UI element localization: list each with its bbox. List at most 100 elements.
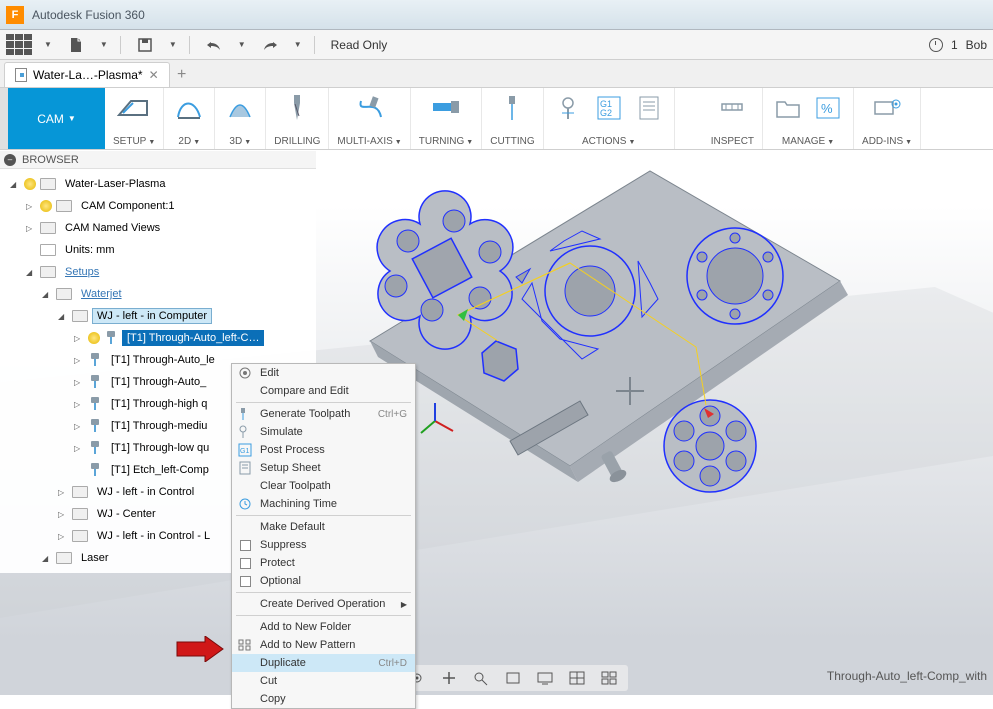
setup-icon [72, 508, 88, 520]
ribbon-label: 2D▼ [178, 136, 200, 147]
ribbon-inspect[interactable]: INSPECT [703, 88, 763, 149]
sheet-icon [237, 460, 253, 476]
menu-generate-toolpath[interactable]: Generate ToolpathCtrl+G [232, 405, 415, 423]
expand-icon[interactable]: ◢ [42, 290, 52, 299]
menu-edit[interactable]: Edit [232, 364, 415, 382]
chevron-down-icon[interactable]: ▼ [238, 40, 246, 49]
context-menu: Edit Compare and Edit Generate ToolpathC… [231, 363, 416, 709]
simulate-icon [237, 424, 253, 440]
model-geometry [340, 161, 860, 581]
tree-label: WJ - left - in Computer [92, 308, 212, 324]
browser-title: BROWSER [22, 154, 79, 166]
expand-icon[interactable]: ▷ [26, 224, 36, 233]
browser-header[interactable]: – BROWSER [0, 151, 316, 169]
ribbon-label: INSPECT [711, 136, 754, 147]
menu-add-new-pattern[interactable]: Add to New Pattern [232, 636, 415, 654]
bulb-icon[interactable] [24, 178, 36, 190]
menu-make-default[interactable]: Make Default [232, 518, 415, 536]
menu-protect[interactable]: Protect [232, 554, 415, 572]
menu-clear-toolpath[interactable]: Clear Toolpath [232, 477, 415, 495]
ribbon-3d[interactable]: 3D▼ [215, 88, 266, 149]
menu-post-process[interactable]: G1Post Process [232, 441, 415, 459]
menu-simulate[interactable]: Simulate [232, 423, 415, 441]
bulb-icon[interactable] [88, 332, 100, 344]
menu-label: Compare and Edit [260, 385, 349, 397]
menu-separator [236, 515, 411, 516]
ribbon-cutting[interactable]: CUTTING [482, 88, 543, 149]
ribbon-multiaxis[interactable]: MULTI-AXIS▼ [329, 88, 410, 149]
menu-label: Create Derived Operation [260, 598, 385, 610]
zoom-icon[interactable] [468, 667, 494, 689]
menu-setup-sheet[interactable]: Setup Sheet [232, 459, 415, 477]
read-only-label: Read Only [331, 38, 388, 52]
pan-icon[interactable] [436, 667, 462, 689]
chevron-down-icon[interactable]: ▼ [100, 40, 108, 49]
ribbon-manage[interactable]: % MANAGE▼ [763, 88, 854, 149]
tree-label: Units: mm [60, 242, 120, 258]
tree-item-named-views[interactable]: ▷CAM Named Views [0, 217, 316, 239]
ribbon-actions[interactable]: G1G2 ACTIONS▼ [544, 88, 675, 149]
tree-label: WJ - left - in Control - L [92, 528, 215, 544]
bulb-icon[interactable] [40, 200, 52, 212]
menu-cut[interactable]: Cut [232, 672, 415, 690]
menu-create-derived[interactable]: Create Derived Operation▶ [232, 595, 415, 613]
menu-label: Protect [260, 557, 295, 569]
menu-duplicate[interactable]: DuplicateCtrl+D [232, 654, 415, 672]
display-icon[interactable] [532, 667, 558, 689]
menu-label: Make Default [260, 521, 325, 533]
selection-name-label: Through-Auto_left-Comp_with [827, 669, 987, 683]
ribbon-setup[interactable]: SETUP▼ [105, 88, 164, 149]
tree-label: WJ - Center [92, 506, 161, 522]
menu-label: Add to New Pattern [260, 639, 355, 651]
close-icon[interactable]: ✕ [149, 68, 159, 82]
folder-icon [40, 222, 56, 234]
tree-item-waterjet[interactable]: ◢Waterjet [0, 283, 316, 305]
expand-icon[interactable]: ◢ [58, 312, 68, 321]
tree-item-units[interactable]: Units: mm [0, 239, 316, 261]
ribbon-drilling[interactable]: DRILLING [266, 88, 329, 149]
workspace-switcher[interactable]: CAM ▼ [0, 88, 105, 149]
expand-icon[interactable]: ◢ [26, 268, 36, 277]
menu-optional[interactable]: Optional [232, 572, 415, 590]
expand-icon[interactable]: ◢ [42, 554, 52, 563]
chevron-down-icon[interactable]: ▼ [294, 40, 302, 49]
menu-copy[interactable]: Copy [232, 690, 415, 708]
menu-compare-edit[interactable]: Compare and Edit [232, 382, 415, 400]
tree-item-setup-wj-left[interactable]: ◢ WJ - left - in Computer [0, 305, 316, 327]
undo-icon[interactable] [202, 36, 226, 54]
clock-icon[interactable] [929, 38, 943, 52]
tree-item-cam-component[interactable]: ▷CAM Component:1 [0, 195, 316, 217]
expand-icon[interactable]: ◢ [10, 180, 20, 189]
menu-label: Clear Toolpath [260, 480, 331, 492]
ribbon-addins[interactable]: ADD-INS▼ [854, 88, 921, 149]
user-name[interactable]: Bob [966, 38, 987, 52]
ribbon-2d[interactable]: 2D▼ [164, 88, 215, 149]
chevron-down-icon[interactable]: ▼ [169, 40, 177, 49]
menu-suppress[interactable]: Suppress [232, 536, 415, 554]
save-icon[interactable] [133, 36, 157, 54]
chevron-down-icon[interactable]: ▼ [44, 40, 52, 49]
menu-label: Suppress [260, 539, 306, 551]
ribbon-turning[interactable]: TURNING▼ [411, 88, 483, 149]
viewports-icon[interactable] [596, 667, 622, 689]
ribbon-label: MANAGE▼ [782, 136, 834, 147]
add-tab-button[interactable]: + [170, 63, 194, 87]
grid-menu-icon[interactable] [6, 34, 32, 56]
document-tab[interactable]: Water-La…-Plasma* ✕ [4, 62, 170, 87]
file-icon[interactable] [64, 36, 88, 54]
redo-icon[interactable] [258, 36, 282, 54]
menu-machining-time[interactable]: Machining Time [232, 495, 415, 513]
expand-icon[interactable]: ▷ [26, 202, 36, 211]
tree-item-toolpath-selected[interactable]: ▷[T1] Through-Auto_left-C… [0, 327, 316, 349]
menu-add-new-folder[interactable]: Add to New Folder [232, 618, 415, 636]
tree-label: Laser [76, 550, 114, 566]
fit-icon[interactable] [500, 667, 526, 689]
tree-item-setups[interactable]: ◢Setups [0, 261, 316, 283]
expand-icon[interactable]: ▷ [74, 334, 84, 343]
collapse-icon[interactable]: – [4, 154, 16, 166]
grid-icon[interactable] [564, 667, 590, 689]
ribbon-label: ACTIONS▼ [582, 136, 635, 147]
tree-root[interactable]: ◢Water-Laser-Plasma [0, 173, 316, 195]
gear-icon [237, 365, 253, 381]
workspace-label: CAM [37, 112, 64, 126]
